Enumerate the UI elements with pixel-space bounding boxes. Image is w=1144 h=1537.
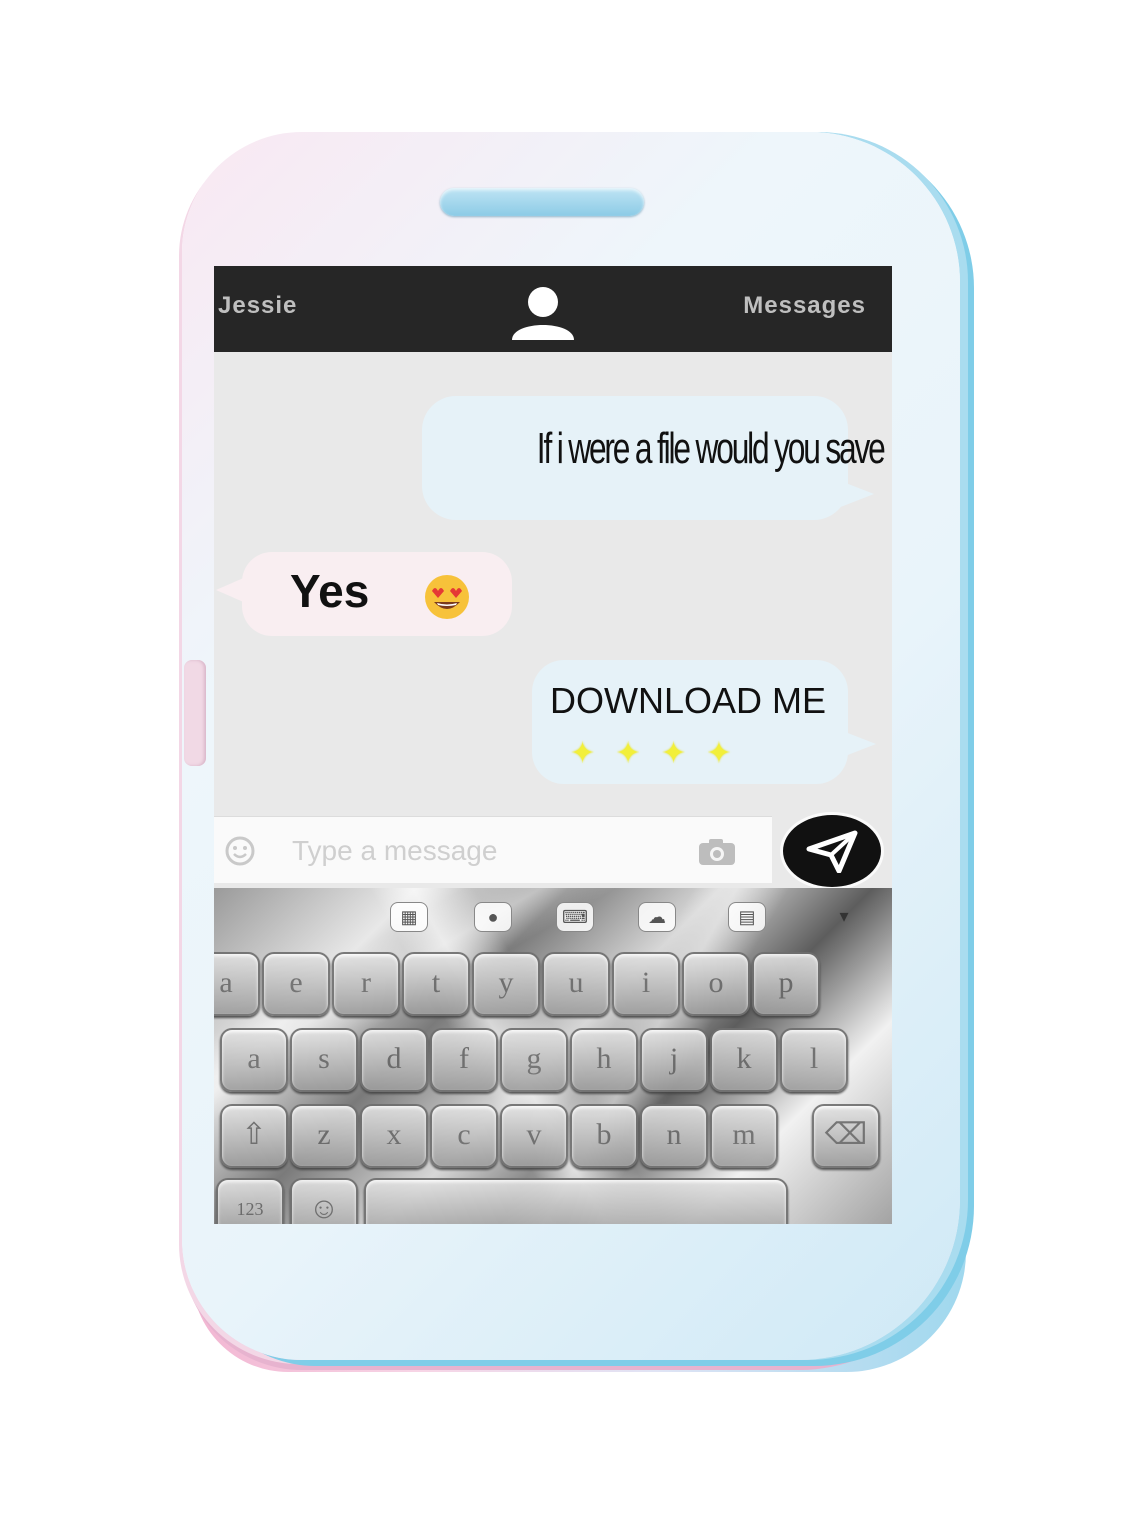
key[interactable]: i <box>612 952 680 1016</box>
key[interactable]: a <box>214 952 260 1016</box>
calendar-icon[interactable]: ▤ <box>728 902 766 932</box>
outgoing-message-bubble: If i were a file would you save me, <box>422 396 892 520</box>
chat-header: Jessie Messages <box>214 266 892 352</box>
message-input[interactable]: Type a message <box>292 835 497 867</box>
key[interactable]: f <box>430 1028 498 1092</box>
key[interactable]: x <box>360 1104 428 1168</box>
sparkle-decoration: ✦ ✦ ✦ ✦ <box>570 737 738 770</box>
smiley-icon[interactable] <box>224 835 256 867</box>
key[interactable]: h <box>570 1028 638 1092</box>
message-composer: Type a message <box>214 816 772 883</box>
key[interactable]: t <box>402 952 470 1016</box>
numbers-key[interactable]: 123 <box>216 1178 284 1224</box>
keyboard-row-1: a e r t y u i o p <box>214 952 892 1016</box>
key[interactable]: k <box>710 1028 778 1092</box>
keyboard-row-2: a s d f g h j k l <box>214 1028 892 1092</box>
emoji-key[interactable]: ☺ <box>290 1178 358 1224</box>
key[interactable]: j <box>640 1028 708 1092</box>
message-text: DOWNLOAD ME <box>550 680 827 721</box>
phone-screen: Jessie Messages If i were a file would y… <box>214 266 892 1224</box>
key[interactable]: p <box>752 952 820 1016</box>
incoming-message-bubble: Yes <box>216 552 512 636</box>
heart-eyes-emoji-icon <box>425 575 469 619</box>
grid-icon[interactable]: ▦ <box>390 902 428 932</box>
key[interactable]: e <box>262 952 330 1016</box>
key[interactable]: b <box>570 1104 638 1168</box>
key[interactable]: v <box>500 1104 568 1168</box>
space-key[interactable] <box>364 1178 788 1224</box>
chevron-down-icon[interactable]: ▾ <box>830 902 858 930</box>
send-icon <box>806 830 858 873</box>
key[interactable]: a <box>220 1028 288 1092</box>
bubble-tail <box>840 730 876 758</box>
key[interactable]: s <box>290 1028 358 1092</box>
keyboard-row-3: ⇧ z x c v b n m ⌫ <box>214 1104 892 1168</box>
bubble-tail <box>216 576 248 604</box>
outgoing-message-bubble: DOWNLOAD ME ✦ ✦ ✦ ✦ <box>532 660 876 784</box>
person-icon[interactable] <box>506 282 580 342</box>
contact-name[interactable]: Jessie <box>218 292 297 320</box>
shift-key[interactable]: ⇧ <box>220 1104 288 1168</box>
app-title[interactable]: Messages <box>743 292 866 320</box>
key[interactable]: o <box>682 952 750 1016</box>
message-text: Yes <box>290 565 370 617</box>
key[interactable]: d <box>360 1028 428 1092</box>
phone-side-button <box>184 660 206 766</box>
key[interactable]: m <box>710 1104 778 1168</box>
key[interactable]: r <box>332 952 400 1016</box>
keyboard-icon[interactable]: ⌨ <box>556 902 594 932</box>
phone-speaker <box>440 188 644 216</box>
key[interactable]: y <box>472 952 540 1016</box>
key[interactable]: c <box>430 1104 498 1168</box>
camera-icon[interactable] <box>696 837 738 867</box>
keyboard-row-4: 123 ☺ <box>214 1178 892 1224</box>
key[interactable]: g <box>500 1028 568 1092</box>
keyboard: ▦ ● ⌨ ☁ ▤ ▾ a e r t y u i o p a s d f g … <box>214 888 892 1224</box>
backspace-key[interactable]: ⌫ <box>812 1104 880 1168</box>
key[interactable]: n <box>640 1104 708 1168</box>
theme-icon[interactable]: ☁ <box>638 902 676 932</box>
keyboard-toolbar: ▦ ● ⌨ ☁ ▤ ▾ <box>214 888 892 944</box>
send-button[interactable] <box>780 812 884 890</box>
person-icon[interactable]: ● <box>474 902 512 932</box>
key[interactable]: u <box>542 952 610 1016</box>
key[interactable]: z <box>290 1104 358 1168</box>
bubble-tail <box>838 480 874 508</box>
key[interactable]: l <box>780 1028 848 1092</box>
message-text: If i were a file would you save me, <box>536 424 892 473</box>
